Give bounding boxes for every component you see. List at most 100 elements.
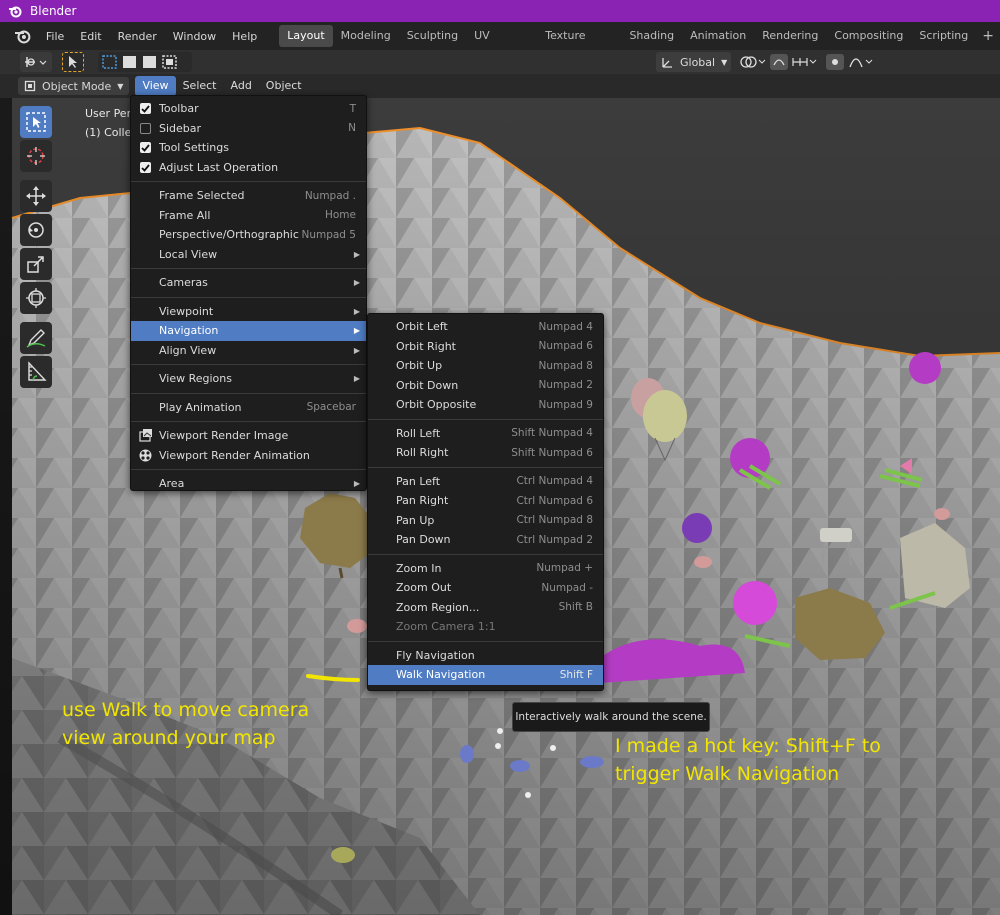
menu-window[interactable]: Window	[165, 30, 224, 43]
tab-sculpting[interactable]: Sculpting	[399, 25, 466, 47]
menu-item-roll-left[interactable]: Roll Left Shift Numpad 4	[368, 424, 603, 444]
menu-separator	[131, 421, 366, 422]
submenu-arrow-icon: ▶	[353, 479, 360, 489]
render-animation-icon	[139, 449, 152, 461]
pivot-snap-proportional-icons[interactable]	[738, 53, 874, 71]
menu-item-pan-left[interactable]: Pan Left Ctrl Numpad 4	[368, 472, 603, 492]
select-tool-button[interactable]	[62, 52, 84, 72]
checkbox-unchecked-icon[interactable]	[140, 122, 151, 134]
menu-item-roll-right[interactable]: Roll Right Shift Numpad 6	[368, 443, 603, 463]
menu-separator	[131, 469, 366, 470]
tab-uv-editing[interactable]: UV Editing	[466, 25, 537, 64]
menu-item-cameras[interactable]: Cameras ▶	[131, 273, 366, 293]
tab-texture-paint[interactable]: Texture Paint	[537, 25, 621, 64]
move-tool[interactable]	[20, 180, 52, 212]
menu-item-walk-navigation[interactable]: Walk Navigation Shift F	[368, 665, 603, 685]
menu-separator	[131, 268, 366, 269]
transform-tool[interactable]	[20, 282, 52, 314]
menu-item-view-regions[interactable]: View Regions ▶	[131, 369, 366, 389]
orientation-icon	[662, 58, 672, 68]
tab-modeling[interactable]: Modeling	[333, 25, 399, 47]
left-toolbar	[20, 106, 56, 390]
menu-item-orbit-opposite[interactable]: Orbit Opposite Numpad 9	[368, 395, 603, 415]
window-titlebar: Blender	[0, 0, 1000, 22]
tab-scripting[interactable]: Scripting	[911, 25, 976, 47]
top-menubar: File Edit Render Window Help Layout Mode…	[0, 22, 1000, 64]
measure-tool[interactable]	[20, 356, 52, 388]
menu-item-orbit-left[interactable]: Orbit Left Numpad 4	[368, 317, 603, 337]
annotation-left-line-1: use Walk to move camera	[62, 699, 310, 721]
menu-item-play-animation[interactable]: Play Animation Spacebar	[131, 398, 366, 418]
3d-cursor-icon	[27, 147, 45, 165]
walk-navigation-tooltip: Interactively walk around the scene.	[512, 702, 710, 732]
menu-item-area[interactable]: Area ▶	[131, 474, 366, 494]
menu-separator	[131, 364, 366, 365]
menu-item-orbit-right[interactable]: Orbit Right Numpad 6	[368, 337, 603, 357]
select-menu-button[interactable]: Select	[176, 76, 224, 96]
menu-item-align-view[interactable]: Align View ▶	[131, 341, 366, 361]
workspace-tabs: Layout Modeling Sculpting UV Editing Tex…	[279, 25, 1000, 64]
annotation-right: I made a hot key: Shift+F to trigger Wal…	[615, 732, 881, 788]
menu-help[interactable]: Help	[224, 30, 265, 43]
menu-item-pan-up[interactable]: Pan Up Ctrl Numpad 8	[368, 511, 603, 531]
tab-animation[interactable]: Animation	[682, 25, 754, 47]
menu-item-viewport-render-animation[interactable]: Viewport Render Animation	[131, 446, 366, 466]
menu-item-pan-down[interactable]: Pan Down Ctrl Numpad 2	[368, 530, 603, 550]
tab-layout[interactable]: Layout	[279, 25, 333, 47]
menu-item-zoom-region[interactable]: Zoom Region... Shift B	[368, 598, 603, 618]
menu-item-frame-selected[interactable]: Frame Selected Numpad .	[131, 186, 366, 206]
menu-item-orbit-down[interactable]: Orbit Down Numpad 2	[368, 376, 603, 396]
menu-item-frame-all[interactable]: Frame All Home	[131, 206, 366, 226]
tab-shading[interactable]: Shading	[621, 25, 682, 47]
menu-item-perspective-orthographic[interactable]: Perspective/Orthographic Numpad 5	[131, 225, 366, 245]
blender-menu-icon[interactable]	[14, 27, 32, 45]
transform-icon	[26, 288, 46, 308]
menu-item-zoom-out[interactable]: Zoom Out Numpad -	[368, 578, 603, 598]
menu-item-adjust-last-operation[interactable]: Adjust Last Operation	[131, 158, 366, 178]
checkbox-checked-icon[interactable]	[140, 161, 151, 173]
selection-mode-icons[interactable]	[100, 54, 190, 70]
checkbox-checked-icon[interactable]	[140, 103, 151, 114]
submenu-arrow-icon: ▶	[353, 249, 360, 259]
select-box-tool[interactable]	[20, 106, 52, 138]
menu-item-tool-settings[interactable]: Tool Settings	[131, 138, 366, 158]
annotation-left-line-2: view around your map	[62, 727, 276, 749]
menu-file[interactable]: File	[38, 30, 72, 43]
tab-rendering[interactable]: Rendering	[754, 25, 826, 47]
menu-separator	[368, 640, 603, 642]
annotate-tool[interactable]	[20, 322, 52, 354]
transform-orientation-select[interactable]: Global ▼	[656, 52, 732, 72]
menu-item-toolbar[interactable]: Toolbar T	[131, 99, 366, 119]
menu-item-sidebar[interactable]: Sidebar N	[131, 119, 366, 139]
cursor-tool[interactable]	[20, 140, 52, 172]
menu-render[interactable]: Render	[110, 30, 165, 43]
menu-item-navigation[interactable]: Navigation ▶	[131, 321, 366, 341]
tab-compositing[interactable]: Compositing	[826, 25, 911, 47]
menu-item-fly-navigation[interactable]: Fly Navigation	[368, 646, 603, 666]
menu-item-pan-right[interactable]: Pan Right Ctrl Numpad 6	[368, 491, 603, 511]
menu-separator	[368, 466, 603, 468]
tool-options-button[interactable]	[20, 52, 52, 72]
menu-item-local-view[interactable]: Local View ▶	[131, 245, 366, 265]
rotate-icon	[28, 222, 44, 238]
mode-select[interactable]: Object Mode ▼	[18, 77, 130, 95]
mode-value: Object Mode	[42, 79, 112, 93]
checkbox-checked-icon[interactable]	[140, 142, 151, 153]
rotate-tool[interactable]	[20, 214, 52, 246]
menu-item-orbit-up[interactable]: Orbit Up Numpad 8	[368, 356, 603, 376]
menu-item-viewpoint[interactable]: Viewpoint ▶	[131, 302, 366, 322]
blender-logo-icon	[9, 6, 22, 18]
scale-tool[interactable]	[20, 248, 52, 280]
window-title: Blender	[30, 4, 77, 18]
menu-separator	[131, 392, 366, 394]
annotation-left: use Walk to move camera view around your…	[62, 696, 309, 752]
view-menu-button[interactable]: View	[135, 76, 176, 96]
add-menu-button[interactable]: Add	[224, 76, 259, 96]
menu-item-zoom-in[interactable]: Zoom In Numpad +	[368, 559, 603, 579]
menu-item-viewport-render-image[interactable]: Viewport Render Image	[131, 426, 366, 446]
move-icon	[26, 186, 46, 206]
add-workspace-button[interactable]: +	[976, 25, 1000, 47]
annotate-pencil-icon	[26, 329, 46, 348]
object-menu-button[interactable]: Object	[259, 76, 309, 96]
menu-edit[interactable]: Edit	[72, 30, 109, 43]
